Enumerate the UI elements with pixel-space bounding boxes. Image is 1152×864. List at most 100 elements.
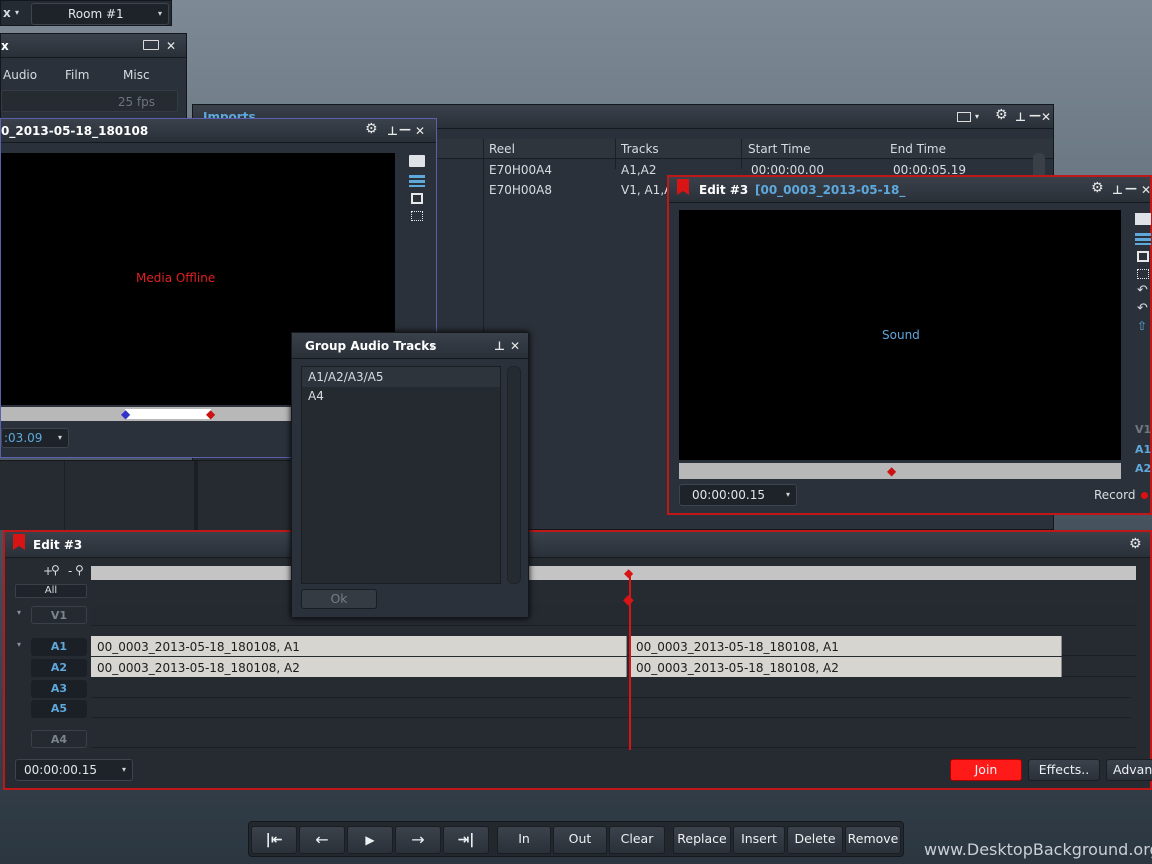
out-button[interactable]: Out — [553, 826, 607, 854]
track-label-a4[interactable]: A4 — [31, 730, 87, 748]
pin-icon[interactable]: ⊥ — [387, 125, 398, 137]
clip-a1-left[interactable]: 00_0003_2013-05-18_180108, A1 — [91, 636, 627, 656]
close-icon[interactable]: ✕ — [166, 40, 176, 52]
track-a4[interactable] — [91, 728, 1136, 748]
folder-icon[interactable] — [1135, 213, 1151, 225]
dialog-scrollbar[interactable] — [507, 366, 521, 584]
record-playhead-marker[interactable]: ◆ — [887, 464, 896, 478]
record-timecode-field[interactable]: 00:00:00.15 ▾ — [679, 484, 797, 506]
overlay-icon[interactable] — [411, 211, 423, 221]
track-label-a5[interactable]: A5 — [31, 700, 87, 718]
playhead-head[interactable]: ◆ — [623, 592, 634, 608]
expand-icon[interactable]: ▾ — [17, 640, 21, 649]
list-item[interactable]: A4 — [302, 387, 500, 407]
col-start-time[interactable]: Start Time — [748, 142, 811, 156]
play-button[interactable]: ▶ — [347, 826, 393, 854]
zoom-in-icon[interactable]: ⚲ — [51, 563, 60, 577]
timeline-ruler[interactable] — [91, 566, 1136, 580]
replace-button[interactable]: Replace — [673, 826, 731, 854]
track-label-a2[interactable]: A2 — [31, 659, 87, 677]
timeline-title: Edit #3 — [33, 538, 83, 552]
tab-film[interactable]: Film — [65, 68, 89, 82]
chevron-down-icon[interactable]: ▾ — [15, 8, 19, 17]
go-to-end-button[interactable]: ⇥| — [443, 826, 489, 854]
record-scrubber[interactable]: ◆ — [679, 463, 1121, 479]
source-scrubber[interactable]: ◆ ◆ — [1, 407, 295, 421]
in-button[interactable]: In — [497, 826, 551, 854]
chevron-down-icon[interactable]: ▾ — [975, 111, 979, 123]
close-icon[interactable]: ✕ — [415, 125, 425, 137]
source-timecode-field[interactable]: :03.09 ▾ — [1, 428, 69, 448]
folder-icon[interactable] — [409, 155, 425, 167]
chevron-down-icon[interactable]: ▾ — [430, 341, 434, 353]
tab-audio[interactable]: Audio — [3, 68, 37, 82]
list-icon[interactable] — [1135, 233, 1151, 245]
track-v1[interactable] — [91, 604, 1136, 626]
record-dot-icon[interactable] — [1141, 492, 1148, 499]
effects-button[interactable]: Effects.. — [1028, 759, 1100, 781]
group-audio-titlebar: Group Audio Tracks ▾ ⊥ ✕ — [292, 333, 528, 359]
frame-icon[interactable] — [1137, 251, 1149, 262]
minimize-icon[interactable]: — — [399, 123, 411, 135]
ok-button[interactable]: Ok — [301, 589, 377, 609]
track-label-a1[interactable]: A1 — [31, 638, 87, 656]
source-timecode: :03.09 — [4, 431, 43, 445]
all-button[interactable]: All — [15, 584, 87, 598]
track-a5[interactable] — [91, 698, 1131, 718]
gear-icon[interactable]: ⚙ — [365, 122, 378, 136]
insert-button[interactable]: Insert — [733, 826, 785, 854]
frame-icon[interactable] — [411, 193, 423, 204]
upload-icon[interactable]: ⇧ — [1137, 319, 1147, 333]
zoom-out-icon[interactable]: ⚲ — [75, 563, 84, 577]
minimize-icon[interactable]: — — [1125, 182, 1137, 194]
in-marker[interactable]: ◆ — [121, 407, 130, 421]
col-tracks[interactable]: Tracks — [621, 142, 659, 156]
close-icon[interactable]: ✕ — [510, 340, 520, 352]
clip-a2-right[interactable]: 00_0003_2013-05-18_180108, A2 — [630, 657, 1062, 677]
redo-icon[interactable]: ↶ — [1137, 301, 1148, 316]
list-view-icon[interactable] — [957, 112, 971, 122]
step-forward-button[interactable]: → — [395, 826, 441, 854]
gear-icon[interactable]: ⚙ — [995, 108, 1008, 122]
expand-icon[interactable]: ▾ — [17, 608, 21, 617]
list-icon[interactable] — [409, 175, 425, 187]
track-label-a3[interactable]: A3 — [31, 680, 87, 698]
gear-icon[interactable]: ⚙ — [1129, 537, 1142, 551]
record-track-tag-a1[interactable]: A1 — [1135, 443, 1151, 456]
room-select-value: Room #1 — [68, 7, 124, 21]
overlay-icon[interactable] — [1137, 269, 1149, 279]
advanced-button[interactable]: Advanc — [1106, 759, 1152, 781]
minimize-icon[interactable]: — — [1029, 109, 1041, 121]
go-to-start-button[interactable]: |⇤ — [251, 826, 297, 854]
record-track-tag-v1[interactable]: V1 — [1135, 423, 1151, 436]
clear-button[interactable]: Clear — [609, 826, 665, 854]
close-icon[interactable]: ✕ — [1141, 184, 1151, 196]
track-label-v1[interactable]: V1 — [31, 606, 87, 624]
out-marker[interactable]: ◆ — [206, 407, 215, 421]
undo-icon[interactable]: ↶ — [1137, 283, 1148, 298]
playhead-marker[interactable]: ◆ — [624, 566, 633, 580]
tab-misc[interactable]: Misc — [123, 68, 150, 82]
all-button-label: All — [44, 585, 58, 596]
fps-field[interactable]: 25 fps — [1, 90, 178, 112]
timeline-timecode-field[interactable]: 00:00:00.15 ▾ — [15, 759, 133, 781]
room-select[interactable]: Room #1 ▾ — [31, 3, 169, 25]
record-track-tag-a2[interactable]: A2 — [1135, 462, 1151, 475]
join-button[interactable]: Join — [950, 759, 1022, 781]
record-video-area[interactable]: Sound — [679, 210, 1121, 460]
step-back-button[interactable]: ← — [299, 826, 345, 854]
remove-button[interactable]: Remove — [845, 826, 901, 854]
pin-icon[interactable]: ⊥ — [1015, 111, 1026, 123]
list-item[interactable]: A1/A2/A3/A5 — [302, 367, 500, 387]
keyboard-icon[interactable] — [143, 40, 159, 50]
close-icon[interactable]: ✕ — [1041, 111, 1051, 123]
gear-icon[interactable]: ⚙ — [1091, 181, 1104, 195]
pin-icon[interactable]: ⊥ — [1112, 184, 1123, 196]
clip-a1-right[interactable]: 00_0003_2013-05-18_180108, A1 — [630, 636, 1062, 656]
track-a3[interactable] — [91, 678, 1131, 698]
delete-button[interactable]: Delete — [787, 826, 843, 854]
col-reel[interactable]: Reel — [489, 142, 515, 156]
pin-icon[interactable]: ⊥ — [494, 340, 505, 352]
clip-a2-left[interactable]: 00_0003_2013-05-18_180108, A2 — [91, 657, 627, 677]
col-end-time[interactable]: End Time — [890, 142, 946, 156]
